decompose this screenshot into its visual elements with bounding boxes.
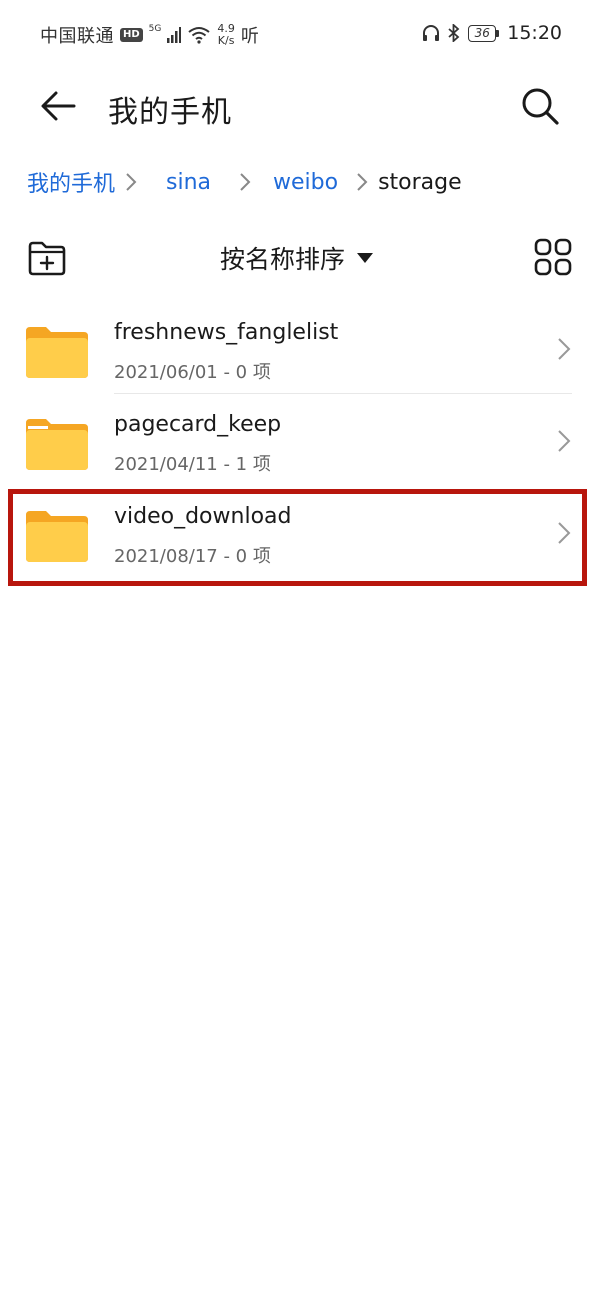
- file-name: freshnews_fanglelist: [114, 320, 339, 345]
- folder-icon: [26, 327, 88, 378]
- search-icon: [522, 88, 559, 125]
- carrier-name: 中国联通: [40, 26, 114, 47]
- status-left: 中国联通 HD 5G 4.9 K/s 听: [40, 22, 259, 48]
- breadcrumb-item-weibo[interactable]: weibo: [273, 170, 338, 195]
- file-meta: 2021/04/11 - 1 项: [114, 454, 271, 475]
- battery-level: 36: [468, 24, 497, 42]
- chevron-right-icon: [558, 430, 571, 452]
- file-name: pagecard_keep: [114, 412, 282, 437]
- list-item-freshnews-fanglelist[interactable]: freshnews_fanglelist 2021/06/01 - 0 项: [0, 302, 600, 394]
- grid-view-icon: [534, 238, 572, 276]
- back-arrow-icon: [41, 91, 76, 121]
- breadcrumb-item-sina[interactable]: sina: [166, 170, 211, 195]
- chevron-right-icon: [356, 171, 368, 193]
- speed-unit: K/s: [217, 34, 235, 47]
- hd-badge: HD: [120, 28, 143, 42]
- sort-dropdown[interactable]: 按名称排序: [220, 240, 374, 276]
- toolbar: 按名称排序: [0, 232, 600, 284]
- new-folder-icon: [28, 241, 66, 276]
- chevron-right-icon: [125, 171, 137, 193]
- breadcrumb-item-storage: storage: [378, 169, 462, 195]
- grid-view-button[interactable]: [534, 238, 572, 276]
- headphones-icon: [423, 25, 440, 41]
- caret-down-icon: [357, 253, 374, 263]
- wifi-icon: [188, 27, 210, 44]
- status-bar: 中国联通 HD 5G 4.9 K/s 听 36 15:20: [0, 0, 600, 68]
- chevron-right-icon: [239, 171, 251, 193]
- breadcrumb-item-my-phone[interactable]: 我的手机: [27, 166, 115, 198]
- battery-tip: [496, 29, 500, 37]
- folder-icon: [26, 419, 88, 470]
- network-type: 5G: [148, 24, 162, 34]
- list-item-pagecard-keep[interactable]: pagecard_keep 2021/04/11 - 1 项: [0, 394, 600, 486]
- page-title: 我的手机: [108, 95, 232, 130]
- search-button[interactable]: [518, 84, 562, 128]
- app-header: 我的手机: [0, 70, 600, 140]
- battery-indicator: 36: [468, 24, 500, 42]
- back-button[interactable]: [36, 84, 80, 128]
- clock: 15:20: [507, 22, 562, 44]
- status-right: 36 15:20: [422, 22, 562, 44]
- network-speed: 4.9 K/s: [217, 23, 235, 47]
- highlight-box: [8, 489, 587, 586]
- file-meta: 2021/06/01 - 0 项: [114, 362, 271, 383]
- chevron-right-icon: [558, 338, 571, 360]
- breadcrumb: 我的手机 sina weibo storage: [27, 160, 462, 204]
- bluetooth-icon: [448, 24, 460, 42]
- sort-label: 按名称排序: [220, 245, 346, 274]
- listen-indicator: 听: [240, 26, 259, 47]
- signal-icon: [167, 27, 182, 43]
- new-folder-button[interactable]: [27, 238, 67, 278]
